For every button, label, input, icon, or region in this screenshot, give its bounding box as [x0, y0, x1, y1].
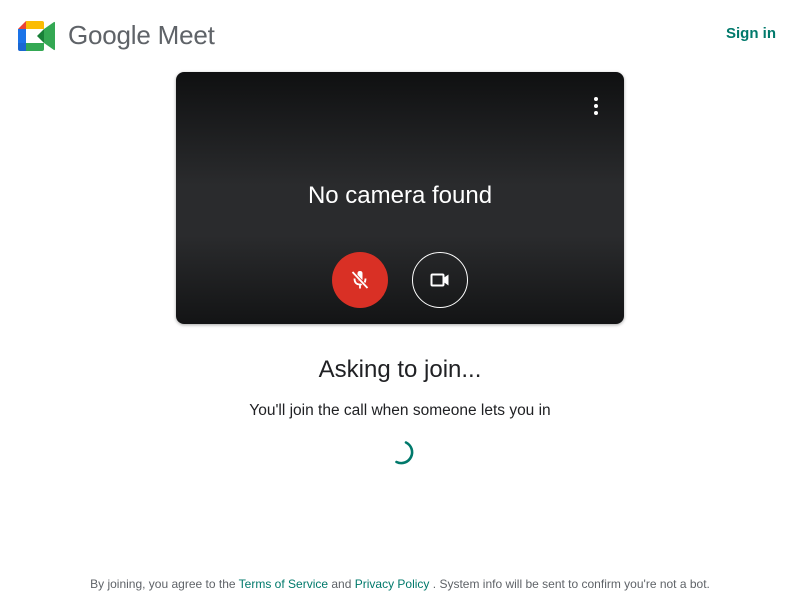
google-meet-logo-icon [18, 21, 55, 51]
no-camera-text: No camera found [307, 182, 493, 209]
footer-and: and [331, 577, 352, 591]
loading-spinner-icon [395, 441, 414, 465]
more-vert-icon[interactable] [584, 94, 608, 118]
footer-suffix: . System info will be sent to confirm yo… [432, 577, 710, 591]
privacy-policy-link[interactable]: Privacy Policy [355, 577, 430, 591]
footer-prefix: By joining, you agree to the [90, 577, 236, 591]
logo-text: Google Meet [68, 20, 215, 50]
videocam-icon [430, 273, 449, 287]
terms-of-service-link[interactable]: Terms of Service [239, 577, 328, 591]
join-status-text: You'll join the call when someone lets y… [249, 402, 551, 419]
asking-to-join-heading: Asking to join... [318, 356, 482, 383]
header: Google Meet Sign in [0, 0, 800, 72]
camera-toggle-button[interactable] [412, 252, 468, 308]
sign-in-link[interactable]: Sign in [726, 25, 776, 42]
mic-off-icon [351, 270, 369, 290]
footer-legal: By joining, you agree to the Terms of Se… [0, 577, 800, 591]
camera-preview: No camera found [176, 72, 624, 324]
mic-toggle-button[interactable] [332, 252, 388, 308]
